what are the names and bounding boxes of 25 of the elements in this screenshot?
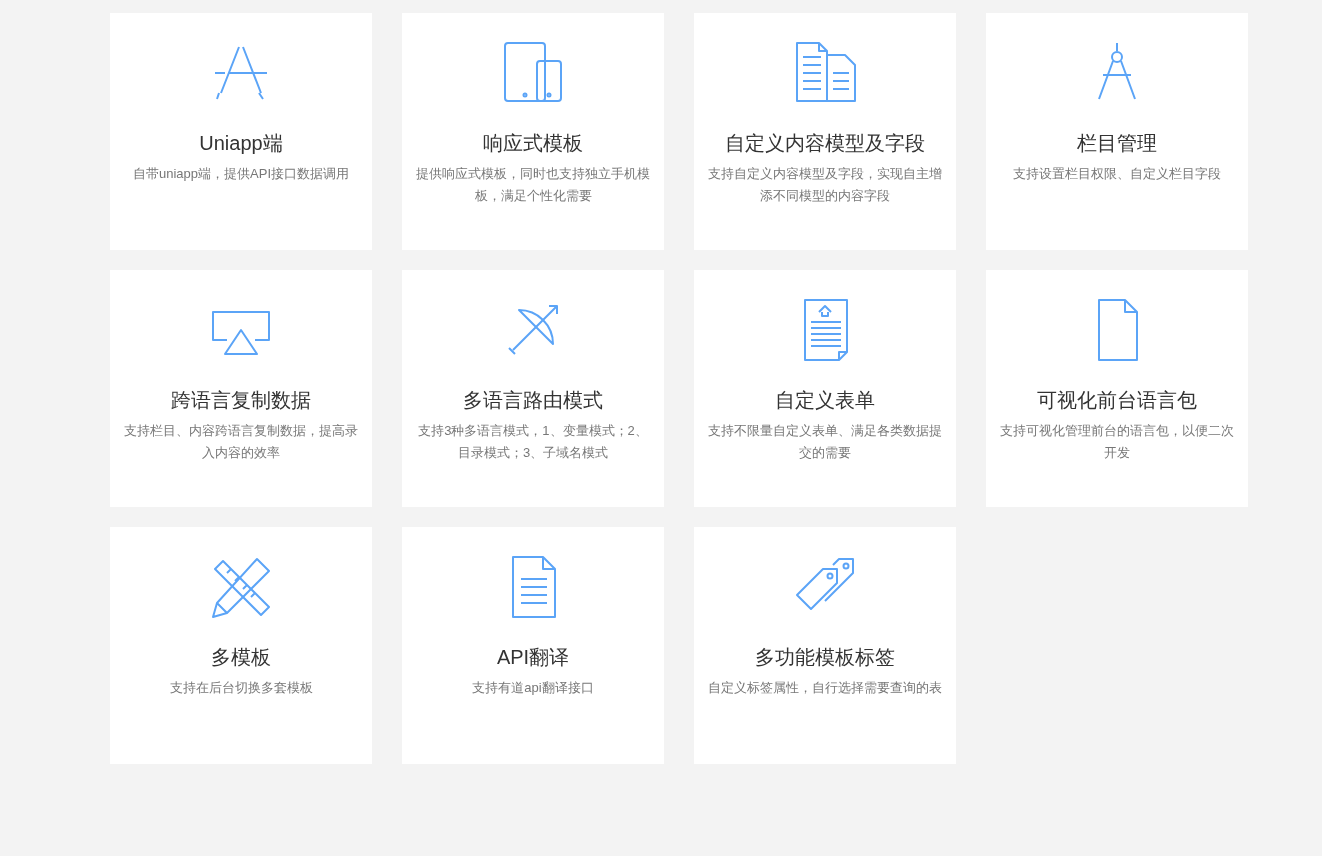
feature-title: 响应式模板 [482,131,584,156]
feature-title: 栏目管理 [1076,131,1158,156]
feature-title: API翻译 [495,645,571,670]
feature-title: 跨语言复制数据 [170,388,312,413]
tablet-phone-icon [501,41,565,105]
feature-title: Uniapp端 [198,131,284,156]
feature-title: 可视化前台语言包 [1036,388,1198,413]
feature-title: 多功能模板标签 [754,645,896,670]
documents-icon [793,41,857,105]
feature-description: 支持3种多语言模式，1、变量模式；2、目录模式；3、子域名模式 [417,422,649,462]
feature-description: 支持不限量自定义表单、满足各类数据提交的需要 [707,422,943,462]
feature-description: 提供响应式模板，同时也支持独立手机模板，满足个性化需要 [415,165,651,205]
feature-description: 支持可视化管理前台的语言包，以便二次开发 [999,422,1235,462]
feature-description: 支持在后台切换多套模板 [168,679,314,697]
feature-description: 支持设置栏目权限、自定义栏目字段 [1012,165,1222,183]
feature-description: 支持有道api翻译接口 [471,679,595,697]
feature-title: 自定义表单 [774,388,876,413]
feature-title: 多语言路由模式 [462,388,604,413]
feature-description: 自定义标签属性，自行选择需要查询的表 [707,679,943,697]
feature-title: 自定义内容模型及字段 [724,131,926,156]
feature-description: 自带uniapp端，提供API接口数据调用 [132,165,350,183]
feature-description: 支持自定义内容模型及字段，实现自主增添不同模型的内容字段 [707,165,943,205]
feature-title: 多模板 [210,645,272,670]
feature-description: 支持栏目、内容跨语言复制数据，提高录入内容的效率 [123,422,359,462]
pencil-ruler-icon [209,555,273,619]
